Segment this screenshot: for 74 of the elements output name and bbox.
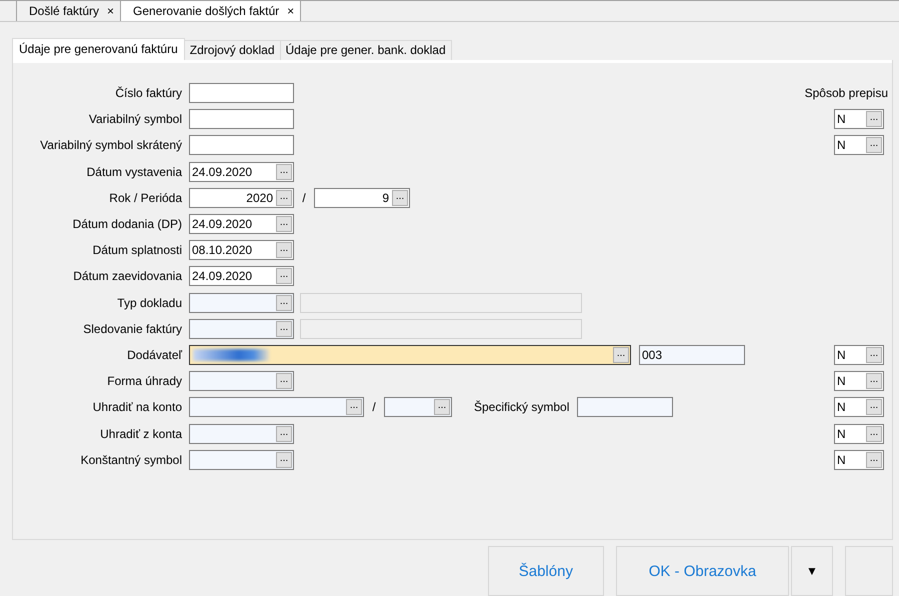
- browse-button[interactable]: ...: [276, 242, 292, 258]
- close-icon[interactable]: ×: [107, 4, 114, 18]
- separator-slash: /: [372, 400, 376, 414]
- browse-button[interactable]: ...: [866, 426, 882, 442]
- override-field[interactable]: N ...: [834, 371, 884, 392]
- browse-button[interactable]: ...: [276, 452, 292, 468]
- override-field[interactable]: N ...: [834, 397, 884, 418]
- browse-button[interactable]: ...: [346, 399, 362, 416]
- field-label: Typ dokladu: [116, 296, 182, 310]
- override-field[interactable]: N ...: [834, 450, 884, 470]
- field-label: Konštantný symbol: [80, 452, 182, 467]
- input-field[interactable]: ...: [189, 344, 631, 365]
- field-label: Variabilný symbol: [88, 112, 182, 126]
- input-field[interactable]: ...: [189, 371, 294, 392]
- browse-button[interactable]: ...: [866, 452, 882, 468]
- browse-button[interactable]: ...: [866, 137, 882, 154]
- input-field[interactable]: [189, 83, 294, 104]
- input-field[interactable]: ...: [189, 318, 294, 339]
- browse-button[interactable]: ...: [276, 320, 292, 337]
- override-field[interactable]: N ...: [834, 344, 884, 365]
- action-button[interactable]: Šablóny: [488, 546, 604, 596]
- browse-button[interactable]: ...: [392, 190, 408, 206]
- field-label: Dodávateľ: [126, 348, 182, 362]
- input-field[interactable]: 9 ...: [314, 188, 410, 208]
- browse-button[interactable]: ...: [613, 346, 629, 363]
- input-field[interactable]: [189, 109, 294, 130]
- document-tab[interactable]: Generovanie došlých faktúr ×: [120, 0, 302, 21]
- tab[interactable]: Údaje pre gener. bank. doklad: [280, 40, 452, 60]
- override-field[interactable]: N ...: [834, 424, 884, 444]
- field-label: Dátum dodania (DP): [72, 217, 182, 232]
- column-header: Spôsob prepisu: [804, 86, 888, 100]
- input-field[interactable]: 24.09.2020 ...: [189, 214, 294, 234]
- browse-button[interactable]: ...: [276, 294, 292, 311]
- input-field[interactable]: [189, 135, 294, 156]
- field-label: Forma úhrady: [106, 374, 182, 388]
- field-label: Uhradiť na konto: [92, 400, 182, 414]
- close-icon[interactable]: ×: [287, 4, 294, 18]
- input-field[interactable]: 24.09.2020 ...: [189, 162, 294, 182]
- override-field[interactable]: N ...: [834, 109, 884, 130]
- override-field[interactable]: N ...: [834, 135, 884, 156]
- input-field[interactable]: ...: [189, 424, 294, 444]
- input-field[interactable]: ...: [189, 292, 294, 313]
- browse-button[interactable]: ...: [276, 426, 292, 442]
- browse-button[interactable]: ...: [276, 164, 292, 180]
- browse-button[interactable]: ...: [866, 399, 882, 416]
- field-label: Sledovanie faktúry: [82, 322, 182, 336]
- field-label: Variabilný symbol skrátený: [39, 138, 182, 152]
- browse-button[interactable]: ...: [276, 373, 292, 390]
- field-label: Číslo faktúry: [114, 86, 182, 100]
- field-label: Dátum zaevidovania: [72, 269, 182, 284]
- input-field[interactable]: 003: [639, 344, 745, 365]
- input-field[interactable]: ...: [189, 450, 294, 470]
- browse-button[interactable]: ...: [276, 190, 292, 206]
- field-label: Rok / Perióda: [108, 190, 182, 205]
- field-label: Dátum splatnosti: [92, 243, 182, 258]
- input-field[interactable]: ...: [189, 397, 364, 418]
- field-label: Špecifický symbol: [474, 400, 570, 414]
- action-button[interactable]: OK - Obrazovka: [616, 546, 790, 596]
- browse-button[interactable]: ...: [276, 268, 292, 284]
- input-field[interactable]: [577, 397, 674, 418]
- dropdown-button[interactable]: ▼: [791, 546, 833, 596]
- browse-button[interactable]: ...: [866, 373, 882, 390]
- tab[interactable]: Údaje pre generovanú faktúru: [12, 38, 185, 60]
- field-label: Dátum vystavenia: [86, 164, 182, 179]
- input-field[interactable]: 24.09.2020 ...: [189, 266, 294, 286]
- field-label: Uhradiť z konta: [99, 426, 182, 441]
- separator-slash: /: [302, 190, 306, 205]
- browse-button[interactable]: ...: [276, 216, 292, 232]
- input-field[interactable]: 2020 ...: [189, 188, 294, 208]
- input-field[interactable]: 08.10.2020 ...: [189, 240, 294, 260]
- browse-button[interactable]: ...: [866, 346, 882, 363]
- browse-button[interactable]: ...: [866, 111, 882, 128]
- input-field[interactable]: ...: [384, 397, 452, 418]
- browse-button[interactable]: ...: [434, 399, 450, 416]
